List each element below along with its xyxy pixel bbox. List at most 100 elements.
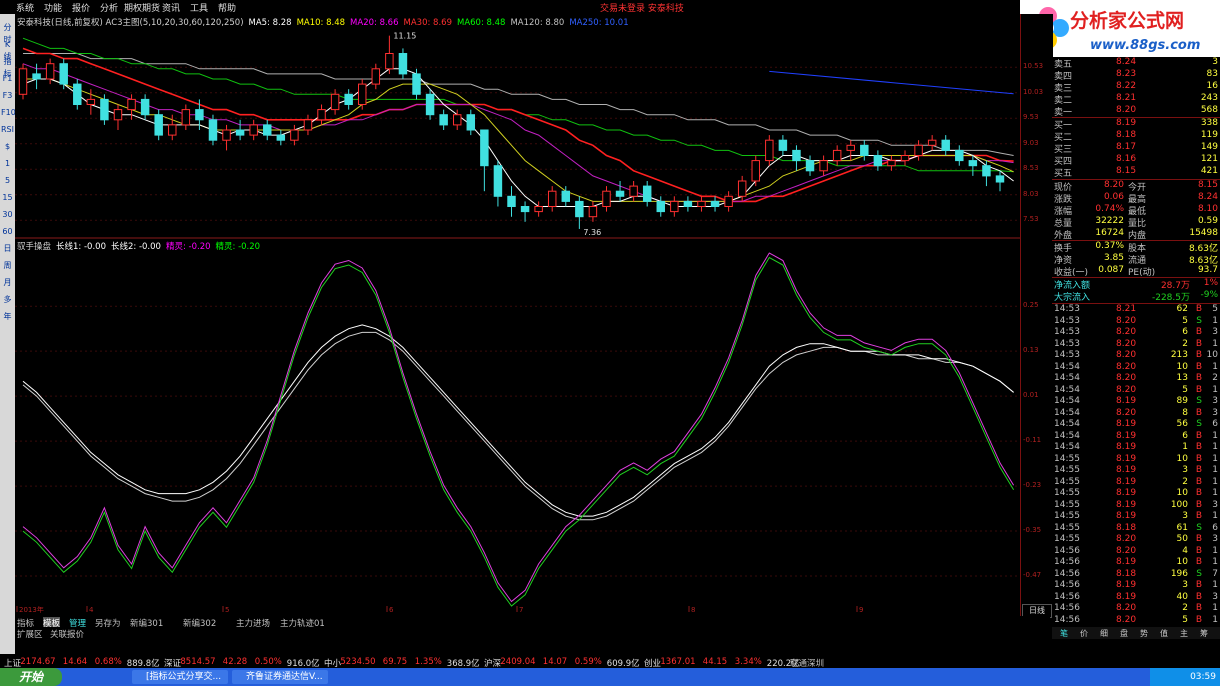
kline-chart[interactable]: 11.15 7.36 2013年 4 5 6 7 8 9	[15, 14, 1020, 616]
tick-row: 14:55 8.19 3 B 1	[1052, 465, 1220, 476]
toolbar-btn-7-icon[interactable]: $	[1, 141, 14, 153]
toolbar-btn-8-icon[interactable]: 1	[1, 158, 14, 170]
tick-count: 1	[1212, 384, 1218, 395]
toolbar-btn-2-icon[interactable]: 指标	[1, 56, 14, 78]
detail-tab-4[interactable]: 势	[1140, 628, 1148, 639]
tick-price: 8.21	[1116, 304, 1137, 314]
toolbar-btn-11-icon[interactable]: 30	[1, 209, 14, 221]
index-item[interactable]: 1367.01	[660, 657, 695, 667]
toolbar-btn-4-icon[interactable]: F3	[1, 90, 14, 102]
detail-tab-3[interactable]: 盘	[1120, 628, 1128, 639]
index-item[interactable]: 3.34%	[735, 657, 762, 667]
toolbar-btn-3-icon[interactable]: F1	[1, 73, 14, 85]
toolbar-btn-12-icon[interactable]: 60	[1, 226, 14, 238]
candle-body	[59, 63, 68, 85]
candle-body	[127, 98, 136, 111]
index-item[interactable]: 0.68%	[95, 657, 122, 667]
candle-body	[317, 109, 326, 121]
tick-volume: 100	[1170, 499, 1188, 510]
y-axis-sub-label: 0.25	[1023, 301, 1039, 310]
candle-body	[534, 206, 543, 213]
candle-body	[724, 195, 733, 208]
flow-row: 净流入额 28.7万 1%	[1052, 278, 1220, 291]
index-item[interactable]: 5234.50	[340, 657, 375, 667]
toolbar-btn-14-icon[interactable]: 周	[1, 260, 14, 272]
task-formula-share[interactable]: [指标公式分享交...	[132, 670, 228, 684]
index-item[interactable]: 2409.04	[500, 657, 535, 667]
detail-tab-5[interactable]: 值	[1160, 628, 1168, 639]
low-annotation: 7.36	[583, 228, 601, 237]
subtab-0[interactable]: 扩展区	[17, 628, 43, 640]
buy-price: 8.19	[1116, 118, 1137, 128]
tick-row: 14:55 8.19 100 B 3	[1052, 500, 1220, 511]
toolbar-btn-15-icon[interactable]: 月	[1, 277, 14, 289]
candle-body	[466, 114, 476, 131]
index-item[interactable]: 0.59%	[575, 657, 602, 667]
task-tdx[interactable]: 齐鲁证券通达信V...	[232, 670, 328, 684]
y-axis-main-label: 8.03	[1023, 189, 1039, 198]
tick-price: 8.20	[1116, 407, 1137, 418]
logo-url[interactable]: www.88gs.com	[1090, 38, 1200, 53]
stat-value: 0.74%	[1095, 204, 1124, 214]
menu-options[interactable]: 期权期货	[124, 1, 160, 14]
index-item[interactable]: 8514.57	[180, 657, 215, 667]
candle-body	[276, 134, 286, 141]
y-axis-main-label: 9.53	[1023, 113, 1039, 122]
tick-volume: 6	[1182, 327, 1188, 337]
toolbar-btn-9-icon[interactable]: 5	[1, 175, 14, 187]
tick-time: 14:56	[1054, 557, 1080, 567]
candle-body	[330, 93, 340, 111]
toolbar-btn-5-icon[interactable]: F10	[1, 107, 16, 119]
toolbar-btn-17-icon[interactable]: 年	[1, 311, 14, 323]
tick-side: B	[1195, 603, 1202, 613]
menu-analysis[interactable]: 分析	[100, 1, 118, 14]
menu-system[interactable]: 系统	[16, 1, 34, 14]
detail-tab-1[interactable]: 价	[1080, 628, 1088, 639]
toolbar-btn-10-icon[interactable]: 15	[1, 192, 14, 204]
toolbar-btn-1-icon[interactable]: K线	[1, 39, 14, 61]
tick-count: 1	[1212, 430, 1218, 441]
detail-tab-7[interactable]: 筹	[1200, 628, 1208, 639]
index-item[interactable]: 44.15	[703, 657, 727, 667]
stat-value: 0.087	[1098, 265, 1124, 275]
toolbar-btn-13-icon[interactable]: 日	[1, 243, 14, 255]
tick-price: 8.20	[1116, 545, 1137, 556]
index-item[interactable]: 0.50%	[255, 657, 282, 667]
detail-tab-6[interactable]: 主	[1180, 628, 1188, 639]
tick-row: 14:55 8.20 50 B 3	[1052, 534, 1220, 545]
index-item[interactable]: 42.28	[223, 657, 247, 667]
y-axis-sub-label: -0.11	[1023, 436, 1042, 445]
toolbar-btn-16-icon[interactable]: 多	[1, 294, 14, 306]
tick-price: 8.20	[1116, 327, 1137, 337]
menu-function[interactable]: 功能	[44, 1, 62, 14]
tick-time: 14:55	[1054, 499, 1080, 510]
index-item[interactable]: 69.75	[383, 657, 407, 667]
toolbar-btn-6-icon[interactable]: RSI	[1, 124, 14, 136]
candle-body	[371, 68, 381, 85]
tick-price: 8.20	[1116, 534, 1137, 544]
index-item[interactable]: 14.07	[543, 657, 567, 667]
menu-tools[interactable]: 工具	[190, 1, 208, 14]
tick-count: 1	[1212, 465, 1218, 475]
detail-tab-0[interactable]: 笔	[1060, 628, 1068, 639]
candle-body	[480, 129, 489, 167]
toolbar-btn-0-icon[interactable]: 分时	[1, 22, 14, 44]
menu-quote[interactable]: 报价	[72, 1, 90, 14]
tick-side: B	[1195, 488, 1202, 498]
detail-tab-2[interactable]: 细	[1100, 628, 1108, 639]
tick-count: 1	[1212, 511, 1218, 521]
buy-label: 买五	[1054, 169, 1073, 179]
subtab-1[interactable]: 关联报价	[50, 628, 84, 640]
chart-area[interactable]: 安泰科技(日线,前复权) AC3主图(5,10,20,30,60,120,250…	[15, 14, 1020, 616]
tick-time: 14:53	[1054, 315, 1080, 326]
tick-side: B	[1195, 499, 1202, 510]
index-item[interactable]: 14.64	[63, 657, 87, 667]
index-item[interactable]: 1.35%	[415, 657, 442, 667]
index-item[interactable]: 2174.67	[20, 657, 55, 667]
candle-body	[588, 206, 598, 218]
menu-news[interactable]: 资讯	[162, 1, 180, 14]
tick-side: B	[1195, 327, 1202, 337]
menu-help[interactable]: 帮助	[218, 1, 236, 14]
candle-body	[941, 139, 950, 151]
start-button[interactable]: 开始	[0, 668, 62, 686]
